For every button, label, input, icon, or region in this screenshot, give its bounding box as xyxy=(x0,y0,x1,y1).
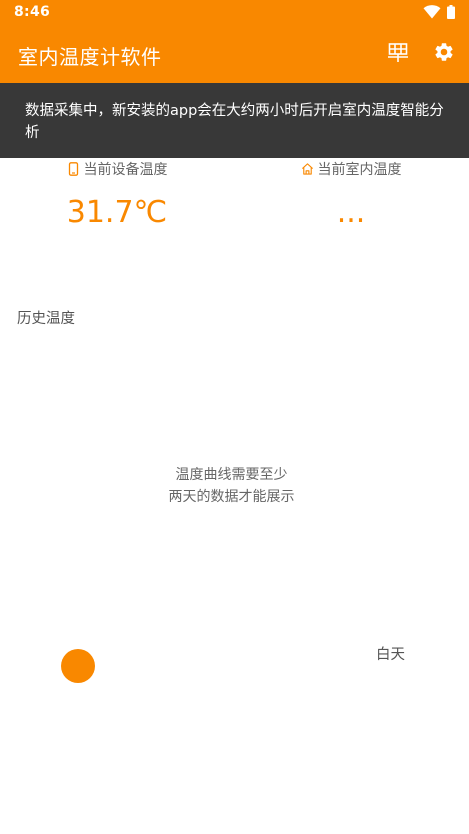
device-temp-card: 当前设备温度 31.7℃ xyxy=(0,158,234,231)
status-bar: 8:46 xyxy=(0,0,469,26)
status-time: 8:46 xyxy=(14,4,51,20)
indoor-temp-header: 当前室内温度 xyxy=(234,159,468,179)
device-temp-header: 当前设备温度 xyxy=(0,159,234,179)
indoor-temp-card: 当前室内温度 ... xyxy=(234,158,468,231)
app-actions xyxy=(387,41,455,63)
data-collecting-toast: 数据采集中，新安装的app会在大约两小时后开启室内温度智能分析 xyxy=(0,83,469,158)
status-icons xyxy=(423,5,455,19)
toast-message: 数据采集中，新安装的app会在大约两小时后开启室内温度智能分析 xyxy=(25,103,444,141)
indoor-temp-label: 当前室内温度 xyxy=(317,162,402,178)
history-title: 历史温度 xyxy=(17,311,75,327)
phone-icon xyxy=(68,162,78,176)
history-empty-note: 温度曲线需要至少 两天的数据才能展示 xyxy=(0,464,463,508)
history-empty-line1: 温度曲线需要至少 xyxy=(175,467,288,483)
app-bar: 室内温度计软件 xyxy=(0,26,469,83)
indoor-temp-value: ... xyxy=(336,195,366,230)
gear-icon[interactable] xyxy=(433,41,455,63)
daytime-label: 白天 xyxy=(376,647,405,663)
orange-dot xyxy=(61,649,95,683)
wifi-icon xyxy=(423,5,441,19)
history-empty-line2: 两天的数据才能展示 xyxy=(168,489,295,505)
app-root: 8:46 室内温度计软件 数据采集中，新安装的app会在大约两小时后开启室内温度… xyxy=(0,0,469,834)
device-temp-value: 31.7℃ xyxy=(66,195,168,230)
device-temp-label: 当前设备温度 xyxy=(83,162,168,178)
battery-icon xyxy=(447,5,455,19)
home-icon xyxy=(301,163,313,175)
chart-icon[interactable] xyxy=(387,41,409,63)
app-title: 室内温度计软件 xyxy=(18,45,162,69)
